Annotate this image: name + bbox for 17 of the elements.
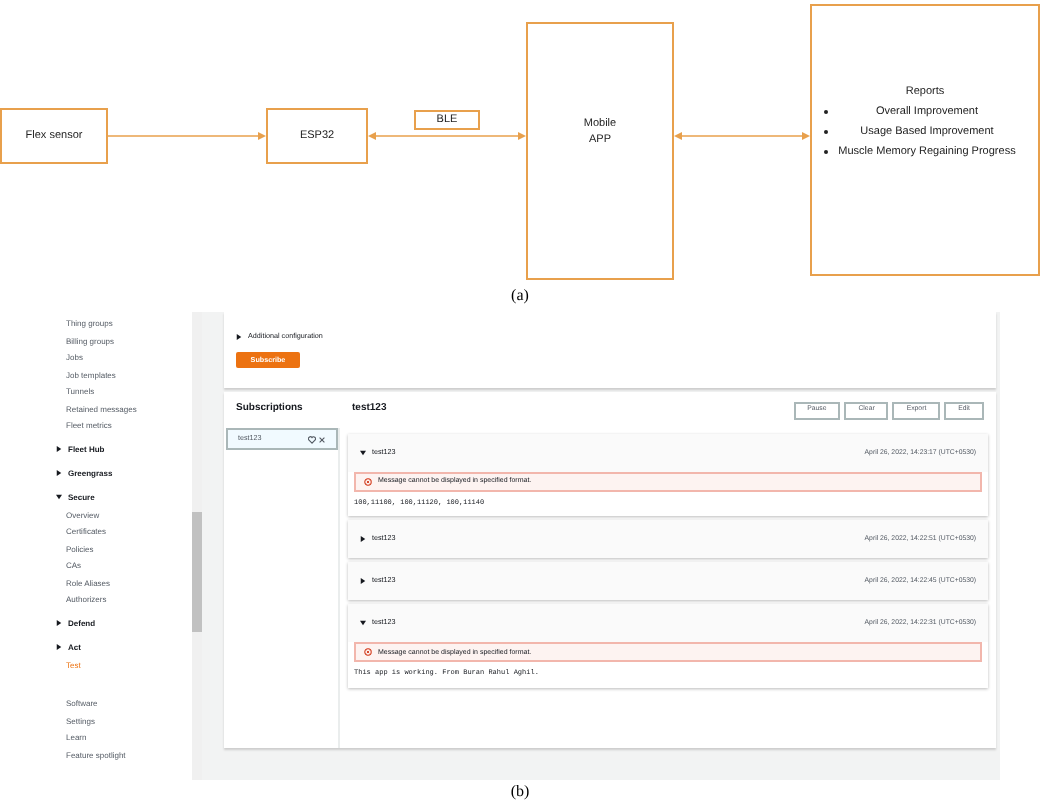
caret-icon <box>56 494 62 500</box>
heart-icon[interactable] <box>308 435 316 443</box>
caret-icon <box>56 620 62 626</box>
caret-icon <box>360 536 366 543</box>
figure-caption: (b) <box>510 780 530 804</box>
caret-icon <box>360 620 366 627</box>
close-icon[interactable] <box>318 435 326 443</box>
error-icon <box>364 648 372 657</box>
caret-icon <box>360 578 366 585</box>
caret-icon <box>56 446 62 452</box>
caret-icon <box>360 449 366 456</box>
error-icon <box>364 478 372 486</box>
caret-icon <box>56 470 62 476</box>
caret-icon <box>56 644 62 650</box>
figure-caption: (a) <box>511 284 529 308</box>
caret-icon <box>236 334 242 341</box>
scrollbar-thumb[interactable] <box>192 512 202 632</box>
